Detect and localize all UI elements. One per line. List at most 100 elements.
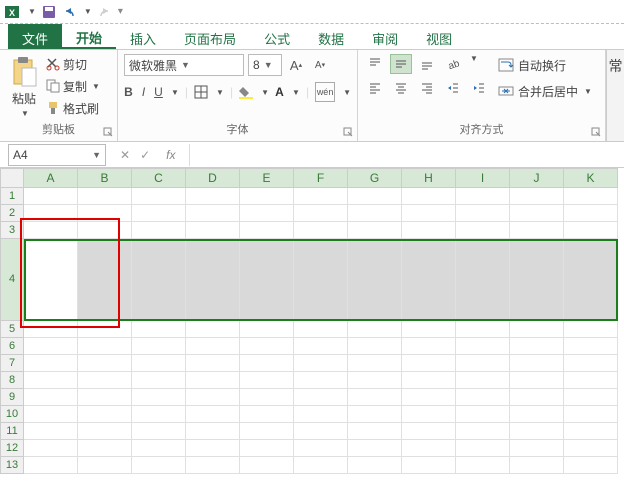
font-color-button[interactable]: A	[275, 82, 284, 102]
italic-button[interactable]: I	[139, 82, 148, 102]
format-painter-button[interactable]: 格式刷	[46, 98, 100, 118]
cell[interactable]	[510, 222, 564, 239]
row-header[interactable]: 2	[0, 205, 24, 222]
cell[interactable]	[78, 406, 132, 423]
row-header[interactable]: 9	[0, 389, 24, 406]
undo-icon[interactable]	[62, 5, 76, 19]
cell[interactable]	[78, 239, 132, 321]
cell[interactable]	[186, 239, 240, 321]
row-header[interactable]: 10	[0, 406, 24, 423]
underline-button[interactable]: U	[154, 82, 163, 102]
cell[interactable]	[348, 205, 402, 222]
cell[interactable]	[402, 423, 456, 440]
cell[interactable]	[132, 355, 186, 372]
cell[interactable]	[402, 389, 456, 406]
cell[interactable]	[240, 440, 294, 457]
col-header[interactable]: G	[348, 168, 402, 188]
align-left-button[interactable]	[364, 78, 386, 98]
cell[interactable]	[402, 457, 456, 474]
tab-review[interactable]: 审阅	[358, 24, 412, 49]
undo-dropdown-icon[interactable]: ▼	[84, 7, 92, 16]
cell[interactable]	[348, 389, 402, 406]
cell[interactable]	[24, 423, 78, 440]
enter-formula-icon[interactable]: ✓	[140, 148, 150, 162]
phonetic-dropdown-icon[interactable]: ▼	[343, 88, 351, 97]
cell[interactable]	[24, 188, 78, 205]
cell[interactable]	[294, 355, 348, 372]
cell[interactable]	[240, 321, 294, 338]
bold-button[interactable]: B	[124, 82, 133, 102]
cell[interactable]	[78, 423, 132, 440]
cell[interactable]	[240, 205, 294, 222]
cell[interactable]	[402, 372, 456, 389]
cell[interactable]	[24, 222, 78, 239]
chevron-down-icon[interactable]: ▼	[92, 150, 101, 160]
cell[interactable]	[240, 423, 294, 440]
cell[interactable]	[564, 338, 618, 355]
cell[interactable]	[132, 406, 186, 423]
cell[interactable]	[510, 440, 564, 457]
redo-icon[interactable]	[98, 5, 112, 19]
cell[interactable]	[186, 457, 240, 474]
align-top-button[interactable]	[364, 54, 386, 74]
cell[interactable]	[186, 321, 240, 338]
cell[interactable]	[132, 222, 186, 239]
cell[interactable]	[564, 389, 618, 406]
cell[interactable]	[456, 457, 510, 474]
cell[interactable]	[510, 406, 564, 423]
cell[interactable]	[510, 338, 564, 355]
col-header[interactable]: J	[510, 168, 564, 188]
cell[interactable]	[348, 321, 402, 338]
align-launcher-icon[interactable]	[591, 127, 601, 137]
cell[interactable]	[510, 389, 564, 406]
merge-center-button[interactable]: 合并后居中▼	[498, 80, 592, 102]
cell[interactable]	[456, 423, 510, 440]
fill-dropdown-icon[interactable]: ▼	[261, 88, 269, 97]
cell[interactable]	[294, 372, 348, 389]
cell[interactable]	[132, 321, 186, 338]
fill-color-button[interactable]	[239, 82, 253, 102]
cell[interactable]	[240, 338, 294, 355]
cell[interactable]	[402, 188, 456, 205]
cell[interactable]	[132, 389, 186, 406]
wrap-text-button[interactable]: 自动换行	[498, 54, 592, 76]
cell[interactable]	[132, 338, 186, 355]
increase-font-button[interactable]: A▴	[286, 55, 306, 75]
cell[interactable]	[294, 389, 348, 406]
underline-dropdown-icon[interactable]: ▼	[171, 88, 179, 97]
cell[interactable]	[294, 457, 348, 474]
cell[interactable]	[294, 338, 348, 355]
cell[interactable]	[456, 338, 510, 355]
cell[interactable]	[402, 440, 456, 457]
cell[interactable]	[186, 389, 240, 406]
cell[interactable]	[348, 406, 402, 423]
cell[interactable]	[456, 188, 510, 205]
tab-insert[interactable]: 插入	[116, 24, 170, 49]
cell[interactable]	[348, 372, 402, 389]
font-size-combo[interactable]: 8▼	[248, 54, 282, 76]
name-box[interactable]: A4▼	[8, 144, 106, 166]
cell[interactable]	[348, 338, 402, 355]
phonetic-button[interactable]: wén	[315, 82, 335, 102]
cell[interactable]	[240, 188, 294, 205]
cell[interactable]	[24, 457, 78, 474]
tab-view[interactable]: 视图	[412, 24, 466, 49]
row-header[interactable]: 11	[0, 423, 24, 440]
tab-file[interactable]: 文件	[8, 24, 62, 49]
cell[interactable]	[348, 423, 402, 440]
save-icon[interactable]	[42, 5, 56, 19]
cell[interactable]	[348, 239, 402, 321]
cell[interactable]	[78, 372, 132, 389]
cell[interactable]	[348, 457, 402, 474]
cell[interactable]	[564, 355, 618, 372]
row-header[interactable]: 7	[0, 355, 24, 372]
align-center-button[interactable]	[390, 78, 412, 98]
copy-dropdown-icon[interactable]: ▼	[92, 82, 100, 91]
font-name-combo[interactable]: 微软雅黑▼	[124, 54, 244, 76]
select-all-corner[interactable]	[0, 168, 24, 188]
cell[interactable]	[240, 372, 294, 389]
row-header[interactable]: 5	[0, 321, 24, 338]
cell[interactable]	[24, 355, 78, 372]
cell[interactable]	[294, 321, 348, 338]
row-header[interactable]: 13	[0, 457, 24, 474]
